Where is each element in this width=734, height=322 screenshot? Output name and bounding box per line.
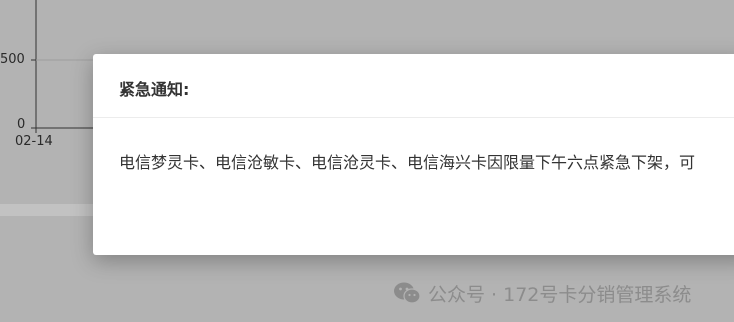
x-tick-label: 02-14 <box>15 134 53 149</box>
dialog-title: 紧急通知: <box>119 80 190 99</box>
wechat-icon <box>394 282 421 304</box>
y-tick-label: 0 <box>17 117 26 132</box>
urgent-notice-dialog: 紧急通知: 电信梦灵卡、电信沧敏卡、电信沧灵卡、电信海兴卡因限量下午六点紧急下架… <box>93 54 734 255</box>
y-tick-label: 500 <box>0 52 25 67</box>
watermark: 公众号 · 172号卡分销管理系统 <box>393 280 691 306</box>
dialog-message: 电信梦灵卡、电信沧敏卡、电信沧灵卡、电信海兴卡因限量下午六点紧急下架，可 <box>119 153 696 172</box>
watermark-text: 公众号 · 172号卡分销管理系统 <box>428 283 692 306</box>
dialog-header: 紧急通知: <box>93 54 734 118</box>
